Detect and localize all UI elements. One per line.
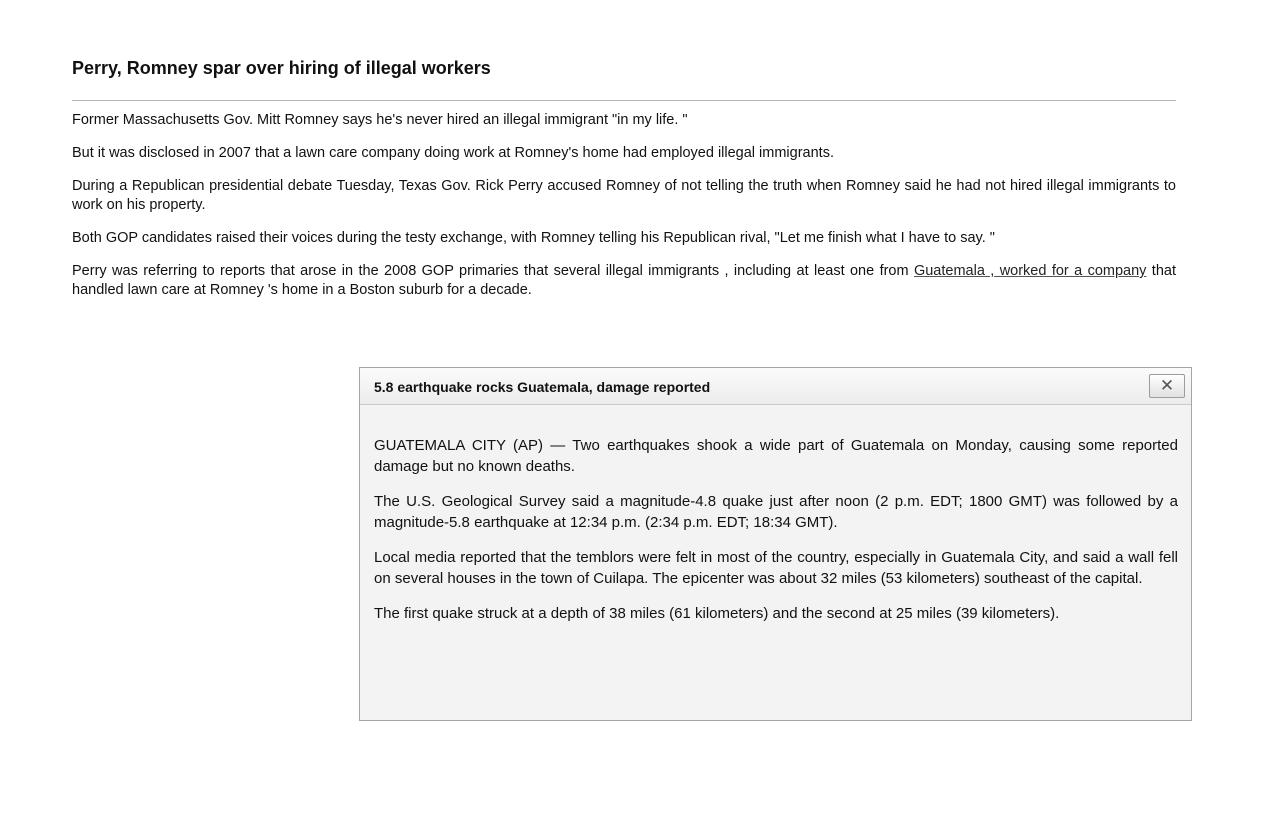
popup-title: 5.8 earthquake rocks Guatemala, damage r…	[374, 379, 711, 395]
popup-paragraph: The first quake struck at a depth of 38 …	[374, 605, 1060, 622]
popup-paragraph: GUATEMALA CITY (AP) — Two earthquakes sh…	[374, 437, 1178, 475]
article-headline: Perry, Romney spar over hiring of illega…	[72, 58, 491, 78]
article-text: Perry was referring to reports that aros…	[72, 263, 914, 279]
close-icon: ✕	[1159, 376, 1175, 395]
article-paragraph: Former Massachusetts Gov. Mitt Romney sa…	[72, 112, 688, 128]
article-paragraph: But it was disclosed in 2007 that a lawn…	[72, 145, 834, 161]
related-story-popup: 5.8 earthquake rocks Guatemala, damage r…	[359, 367, 1192, 721]
popup-close-button[interactable]: ✕	[1149, 374, 1185, 398]
popup-header: 5.8 earthquake rocks Guatemala, damage r…	[360, 368, 1191, 405]
article-paragraph: Perry was referring to reports that aros…	[72, 262, 1176, 300]
popup-paragraph: Local media reported that the temblors w…	[374, 549, 1178, 587]
article-paragraph: During a Republican presidential debate …	[72, 178, 1176, 213]
popup-body: GUATEMALA CITY (AP) — Two earthquakes sh…	[360, 405, 1191, 624]
article: Perry, Romney spar over hiring of illega…	[72, 56, 1176, 314]
popup-paragraph: The U.S. Geological Survey said a magnit…	[374, 493, 1178, 531]
guatemala-link[interactable]: Guatemala , worked for a company	[914, 263, 1146, 279]
article-paragraph: Both GOP candidates raised their voices …	[72, 230, 995, 246]
headline-divider	[72, 100, 1176, 101]
